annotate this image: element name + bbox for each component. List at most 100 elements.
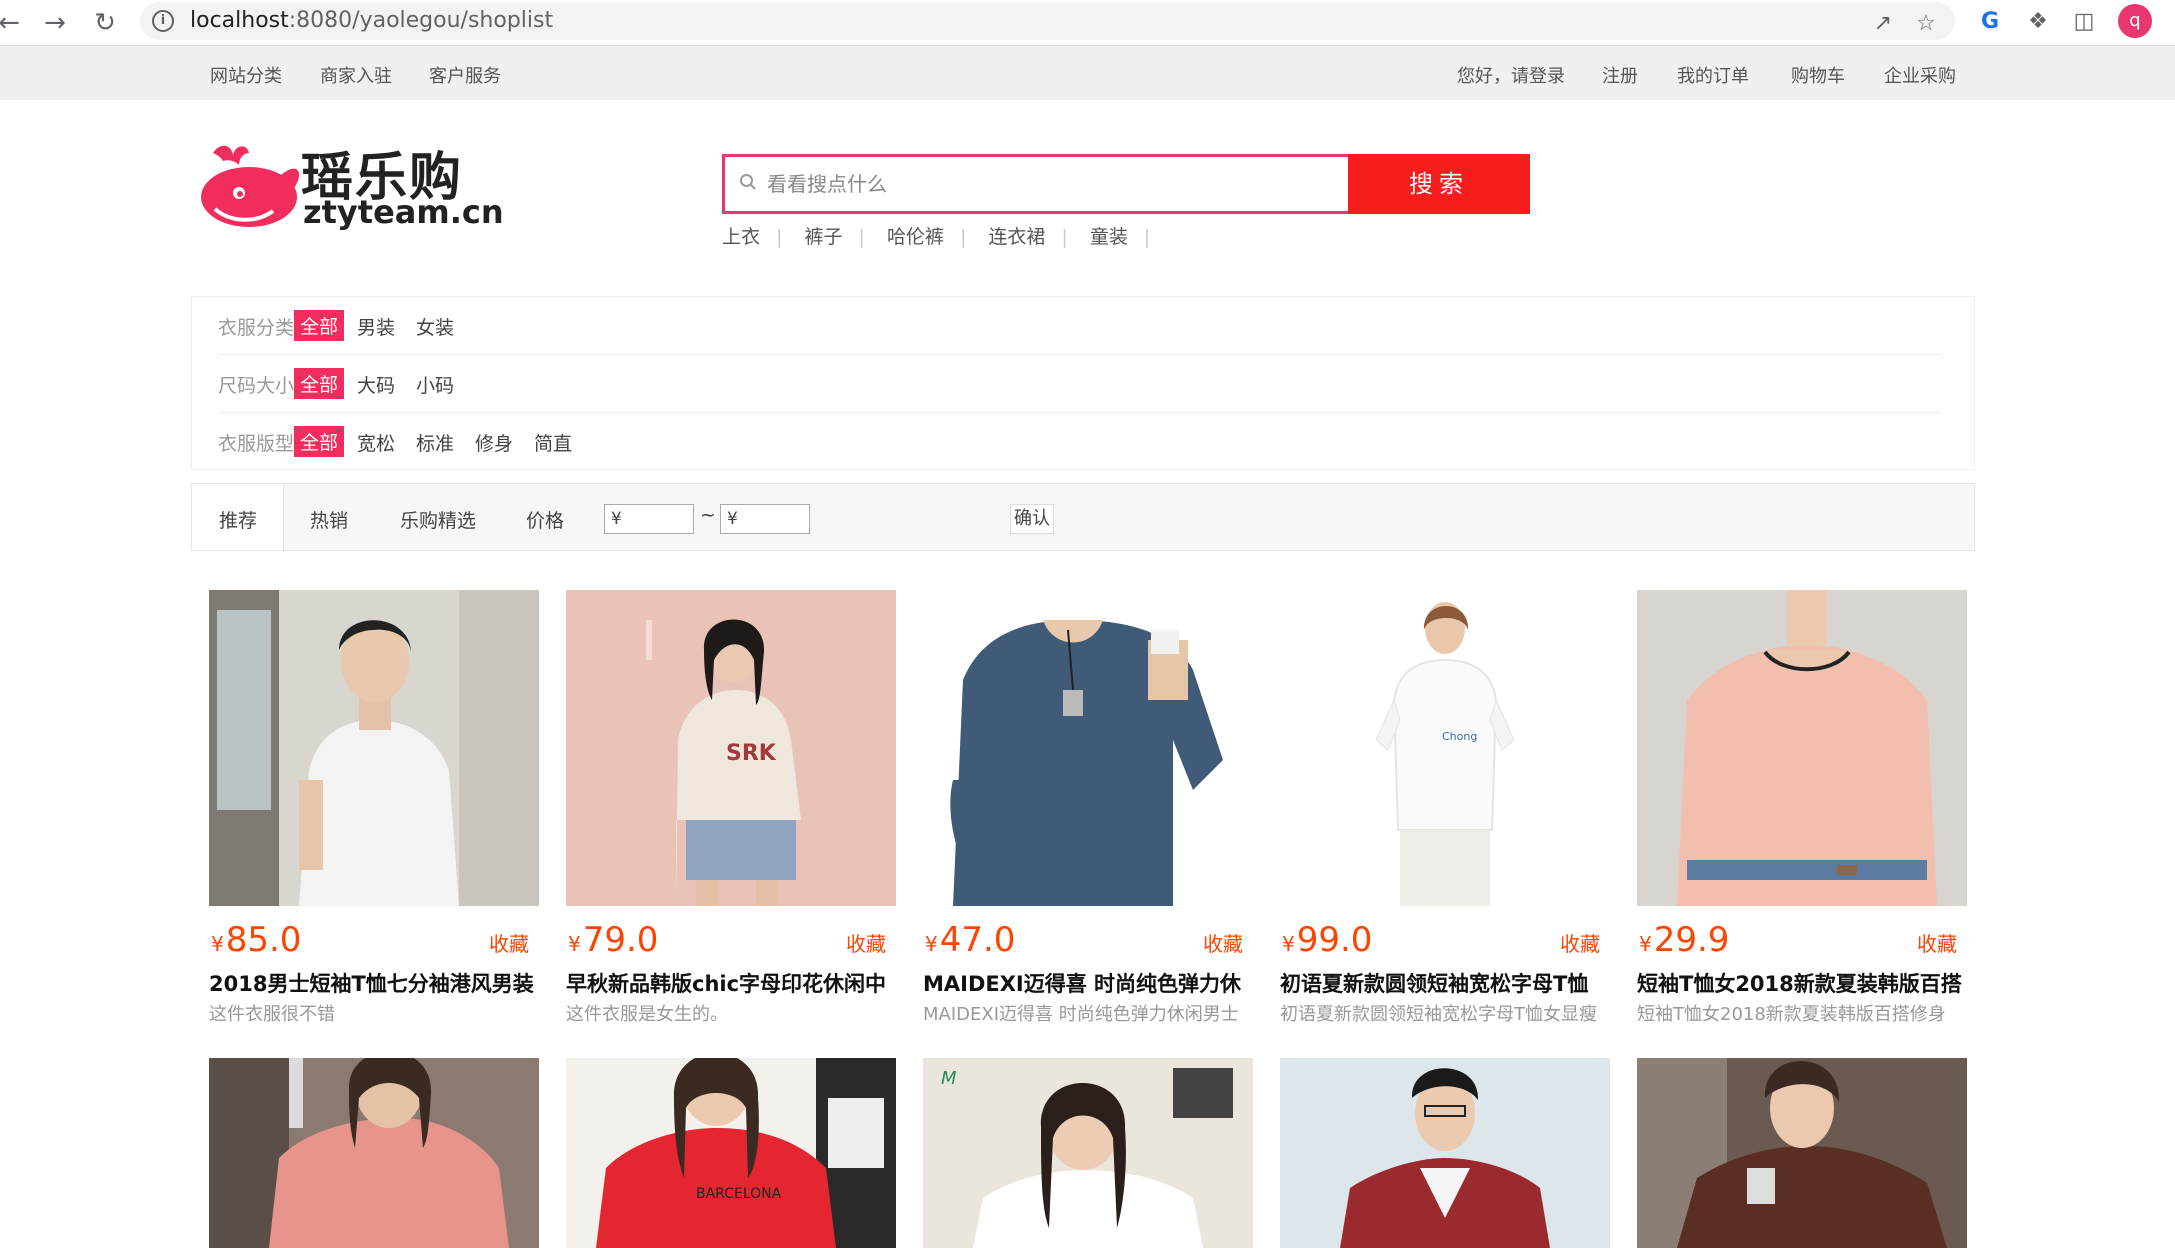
hotword-separator: | [776,226,783,248]
product-name[interactable]: 初语夏新款圆领短袖宽松字母T恤 [1280,968,1610,998]
topbar-link-cart[interactable]: 购物车 [1791,62,1845,88]
sort-tab-featured[interactable]: 乐购精选 [400,506,476,533]
svg-text:SRK: SRK [726,741,777,766]
filter-option[interactable]: 大码 [357,371,395,398]
topbar-link-customer-service[interactable]: 客户服务 [429,62,501,88]
price-confirm-button[interactable]: 确认 [1010,504,1054,534]
svg-text:BARCELONA: BARCELONA [696,1186,782,1202]
hotword-link[interactable]: 哈伦裤 [887,222,944,249]
search-box [722,154,1348,214]
site-info-icon[interactable]: i [152,10,174,32]
product-description: 这件衣服很不错 [209,1004,335,1025]
price-range-separator: ~ [700,504,716,526]
product-image[interactable]: BARCELONA [566,1058,896,1248]
whale-logo-icon [201,145,300,227]
search-button[interactable]: 搜索 [1348,154,1530,214]
sort-tab-hot[interactable]: 热销 [310,506,348,533]
favorite-link[interactable]: 收藏 [1203,928,1243,957]
filter-label: 尺码大小: [218,375,301,397]
filter-option[interactable]: 小码 [416,371,454,398]
favorite-link[interactable]: 收藏 [489,928,529,957]
product-price: ¥85.0 [211,920,302,960]
topbar-link-register[interactable]: 注册 [1602,62,1638,88]
sort-tab-price[interactable]: 价格 [526,506,564,533]
search-input[interactable] [767,169,1327,199]
favorite-link[interactable]: 收藏 [1560,928,1600,957]
reload-icon[interactable]: ↻ [88,6,122,40]
product-description: MAIDEXI迈得喜 时尚纯色弹力休闲男士 [923,1004,1239,1025]
product-name[interactable]: 2018男士短袖T恤七分袖港风男装 [209,968,539,998]
product-image[interactable]: SRK [566,590,896,906]
sort-tab-recommended[interactable]: 推荐 [219,506,257,533]
filter-option-selected[interactable]: 全部 [294,310,345,341]
product-image[interactable] [923,590,1253,906]
product-name[interactable]: MAIDEXI迈得喜 时尚纯色弹力休 [923,968,1253,998]
product-image[interactable] [209,1058,539,1248]
hotword-link[interactable]: 童装 [1090,222,1128,249]
product-card[interactable] [1637,1058,1967,1248]
product-price: ¥47.0 [925,920,1016,960]
favorite-link[interactable]: 收藏 [1917,928,1957,957]
hotword-separator: | [1061,226,1068,248]
product-price: ¥29.9 [1639,920,1730,960]
profile-avatar[interactable]: q [2118,4,2152,38]
filter-panel: 衣服分类: 全部 男装 女装 尺码大小: 全部 大码 小码 衣服版型: 全部 宽… [191,296,1975,470]
puzzle-extensions-icon[interactable]: ❖ [2022,6,2054,38]
filter-row-size: 尺码大小: 全部 大码 小码 [218,355,1942,413]
filter-option[interactable]: 简直 [534,429,572,456]
topbar-link-login[interactable]: 您好，请登录 [1457,62,1565,88]
product-price: ¥79.0 [568,920,659,960]
product-image[interactable]: M [923,1058,1253,1248]
filter-option-selected[interactable]: 全部 [294,368,345,399]
filter-label: 衣服分类: [218,317,301,339]
product-price: ¥99.0 [1282,920,1373,960]
product-image[interactable] [1637,590,1967,906]
filter-option-selected[interactable]: 全部 [294,426,345,457]
product-description: 初语夏新款圆领短袖宽松字母T恤女显瘦 [1280,1004,1597,1025]
topbar-link-merchant-join[interactable]: 商家入驻 [320,62,392,88]
share-icon[interactable]: ↗ [1867,8,1899,40]
product-card[interactable]: BARCELONA [566,1058,896,1248]
forward-arrow-icon[interactable]: → [38,6,72,40]
hotword-link[interactable]: 裤子 [804,222,842,249]
price-max-input[interactable]: ¥ [720,504,810,534]
topbar-link-enterprise[interactable]: 企业采购 [1884,62,1956,88]
product-card[interactable] [1280,1058,1610,1248]
product-card[interactable] [209,1058,539,1248]
filter-row-category: 衣服分类: 全部 男装 女装 [218,297,1942,355]
topbar-link-categories[interactable]: 网站分类 [210,62,282,88]
star-bookmark-icon[interactable]: ☆ [1910,8,1942,40]
product-description: 短袖T恤女2018新款夏装韩版百搭修身 [1637,1004,1946,1025]
price-min-input[interactable]: ¥ [604,504,694,534]
product-image[interactable] [1637,1058,1967,1248]
back-arrow-icon[interactable]: ← [0,6,26,40]
product-name[interactable]: 早秋新品韩版chic字母印花休闲中 [566,968,896,998]
browser-toolbar: ← → ↻ i localhost:8080/yaolegou/shoplist… [0,0,2175,46]
filter-option[interactable]: 女装 [416,313,454,340]
filter-option[interactable]: 男装 [357,313,395,340]
product-description: 这件衣服是女生的。 [566,1004,728,1025]
hotword-link[interactable]: 上衣 [722,222,760,249]
topbar-link-my-orders[interactable]: 我的订单 [1677,62,1749,88]
product-image[interactable] [1280,1058,1610,1248]
address-bar[interactable]: i localhost:8080/yaolegou/shoplist ↗ ☆ [140,2,1955,40]
product-image[interactable] [209,590,539,906]
url-text[interactable]: localhost:8080/yaolegou/shoplist [190,8,553,33]
hotword-separator: | [1143,226,1151,248]
svg-text:M: M [941,1068,957,1089]
filter-option[interactable]: 修身 [475,429,513,456]
favorite-link[interactable]: 收藏 [846,928,886,957]
product-card[interactable]: M [923,1058,1253,1248]
hotword-separator: | [959,226,967,248]
hotword-separator: | [858,226,865,248]
product-image[interactable]: Chong [1280,590,1610,906]
filter-label: 衣服版型: [218,433,301,455]
product-name[interactable]: 短袖T恤女2018新款夏装韩版百搭 [1637,968,1967,998]
filter-option[interactable]: 宽松 [357,429,395,456]
logo-domain: ztyteam.cn [303,193,504,231]
site-logo[interactable]: 瑶乐购 ztyteam.cn [195,135,504,235]
side-panel-icon[interactable]: ◫ [2068,6,2100,38]
translate-extension-icon[interactable]: G [1974,6,2006,38]
hotword-link[interactable]: 连衣裙 [988,222,1045,249]
filter-option[interactable]: 标准 [416,429,454,456]
